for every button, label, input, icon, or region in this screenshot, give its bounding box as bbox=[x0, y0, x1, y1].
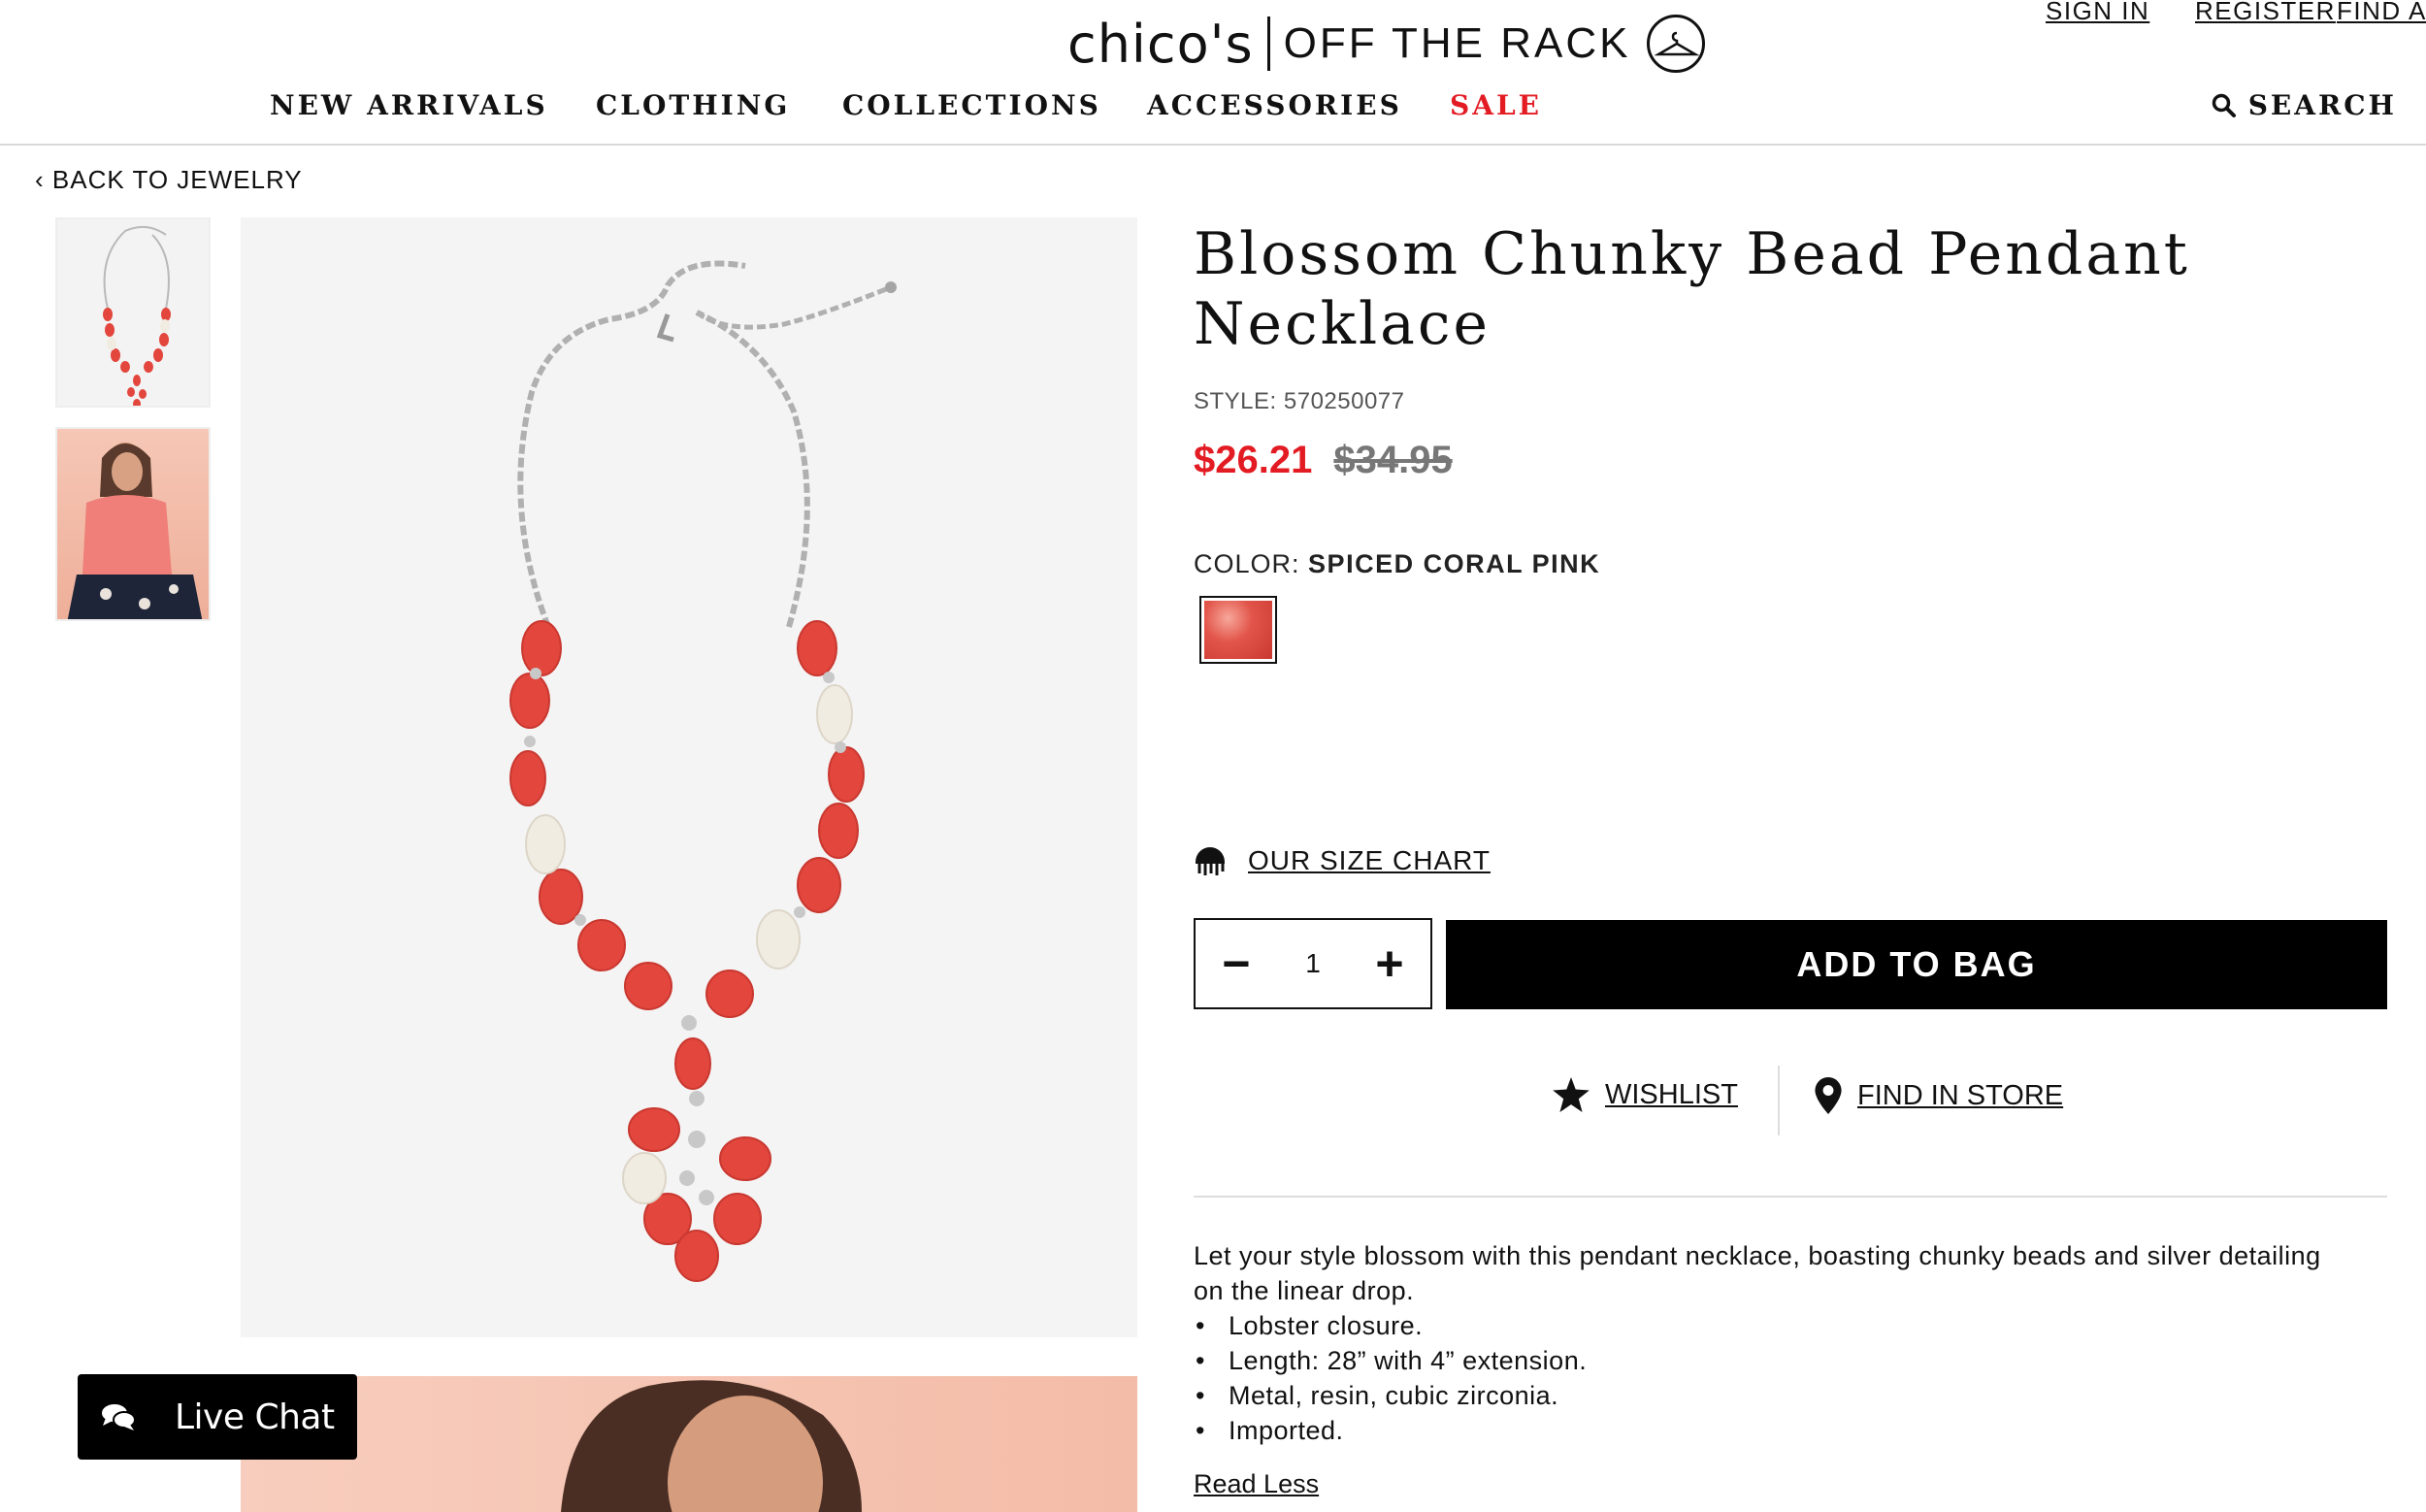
logo-divider bbox=[1266, 16, 1270, 71]
chat-bubbles-icon bbox=[102, 1404, 136, 1430]
color-swatch-spiced-coral-pink[interactable] bbox=[1199, 596, 1277, 664]
chevron-left-icon: ‹ bbox=[35, 165, 52, 194]
find-a-store-link[interactable]: FIND A S bbox=[2337, 0, 2426, 26]
register-link[interactable]: REGISTER bbox=[2195, 0, 2336, 26]
utility-links: SIGN IN REGISTER FIND A S bbox=[2018, 0, 2426, 27]
find-in-store-link[interactable]: FIND IN STORE bbox=[1815, 1077, 2063, 1114]
swatch-fill bbox=[1204, 601, 1272, 659]
color-value: SPICED CORAL PINK bbox=[1308, 549, 1601, 578]
bullet-item: Imported. bbox=[1194, 1413, 2358, 1448]
size-chart-link[interactable]: OUR SIZE CHART bbox=[1194, 844, 1491, 877]
wishlist-label: WISHLIST bbox=[1605, 1078, 1738, 1110]
nav-clothing[interactable]: CLOTHING bbox=[596, 89, 790, 121]
find-in-store-label: FIND IN STORE bbox=[1857, 1079, 2064, 1111]
nav-sale[interactable]: SALE bbox=[1450, 89, 1542, 121]
description-bullets: Lobster closure. Length: 28” with 4” ext… bbox=[1194, 1308, 2358, 1448]
thumbnail-necklace[interactable] bbox=[55, 217, 211, 408]
size-chart-icon bbox=[1196, 847, 1225, 875]
color-label: COLOR: SPICED CORAL PINK bbox=[1194, 549, 1600, 579]
sale-price: $26.21 bbox=[1194, 439, 1313, 481]
action-divider bbox=[1778, 1066, 1780, 1135]
read-less-link[interactable]: Read Less bbox=[1194, 1469, 1319, 1499]
back-to-jewelry-link[interactable]: ‹ BACK TO JEWELRY bbox=[35, 165, 303, 195]
bullet-item: Length: 28” with 4” extension. bbox=[1194, 1343, 2358, 1378]
map-pin-icon bbox=[1815, 1077, 1842, 1114]
star-icon bbox=[1553, 1077, 1590, 1112]
quantity-value[interactable]: 1 bbox=[1305, 948, 1321, 979]
product-description: Let your style blossom with this pendant… bbox=[1194, 1238, 2358, 1448]
size-chart-label: OUR SIZE CHART bbox=[1248, 845, 1491, 875]
site-logo[interactable]: chico's OFF THE RACK bbox=[1067, 10, 1705, 78]
search-icon bbox=[2212, 93, 2236, 117]
decrease-quantity-button[interactable]: − bbox=[1217, 939, 1256, 988]
logo-subtitle: OFF THE RACK bbox=[1283, 19, 1631, 67]
product-style-number: STYLE: 570250077 bbox=[1194, 388, 1405, 414]
color-label-prefix: COLOR: bbox=[1194, 549, 1300, 578]
main-nav: NEW ARRIVALS CLOTHING COLLECTIONS ACCESS… bbox=[0, 85, 2426, 146]
increase-quantity-button[interactable]: + bbox=[1370, 939, 1409, 988]
nav-collections[interactable]: COLLECTIONS bbox=[842, 89, 1101, 121]
necklace-thumb-image bbox=[103, 225, 171, 406]
logo-brand: chico's bbox=[1067, 13, 1254, 75]
product-model-image[interactable] bbox=[241, 1376, 1137, 1512]
search-button[interactable]: SEARCH bbox=[2212, 89, 2397, 121]
add-to-bag-button[interactable]: ADD TO BAG bbox=[1446, 920, 2387, 1009]
sign-in-link[interactable]: SIGN IN bbox=[2046, 0, 2149, 26]
price-block: $26.21 $34.95 bbox=[1194, 439, 1453, 482]
quantity-stepper: − 1 + bbox=[1194, 918, 1432, 1009]
nav-new-arrivals[interactable]: NEW ARRIVALS bbox=[270, 89, 548, 121]
necklace-image bbox=[509, 260, 897, 1282]
nav-accessories[interactable]: ACCESSORIES bbox=[1147, 89, 1402, 121]
live-chat-button[interactable]: Live Chat bbox=[78, 1374, 357, 1460]
hanger-icon bbox=[1646, 15, 1705, 73]
model-thumb-image bbox=[67, 443, 203, 619]
search-label: SEARCH bbox=[2247, 89, 2397, 121]
live-chat-label: Live Chat bbox=[175, 1397, 335, 1437]
bullet-item: Metal, resin, cubic zirconia. bbox=[1194, 1378, 2358, 1413]
section-divider bbox=[1194, 1196, 2387, 1198]
thumbnail-model[interactable] bbox=[55, 427, 211, 621]
bullet-item: Lobster closure. bbox=[1194, 1308, 2358, 1343]
product-main-image[interactable] bbox=[241, 217, 1137, 1337]
model-photo bbox=[561, 1380, 862, 1512]
original-price: $34.95 bbox=[1333, 439, 1453, 481]
description-text: Let your style blossom with this pendant… bbox=[1194, 1241, 2321, 1305]
back-label: BACK TO JEWELRY bbox=[51, 165, 303, 194]
wishlist-link[interactable]: WISHLIST bbox=[1553, 1077, 1738, 1112]
product-title: Blossom Chunky Bead Pendant Necklace bbox=[1194, 220, 2190, 358]
